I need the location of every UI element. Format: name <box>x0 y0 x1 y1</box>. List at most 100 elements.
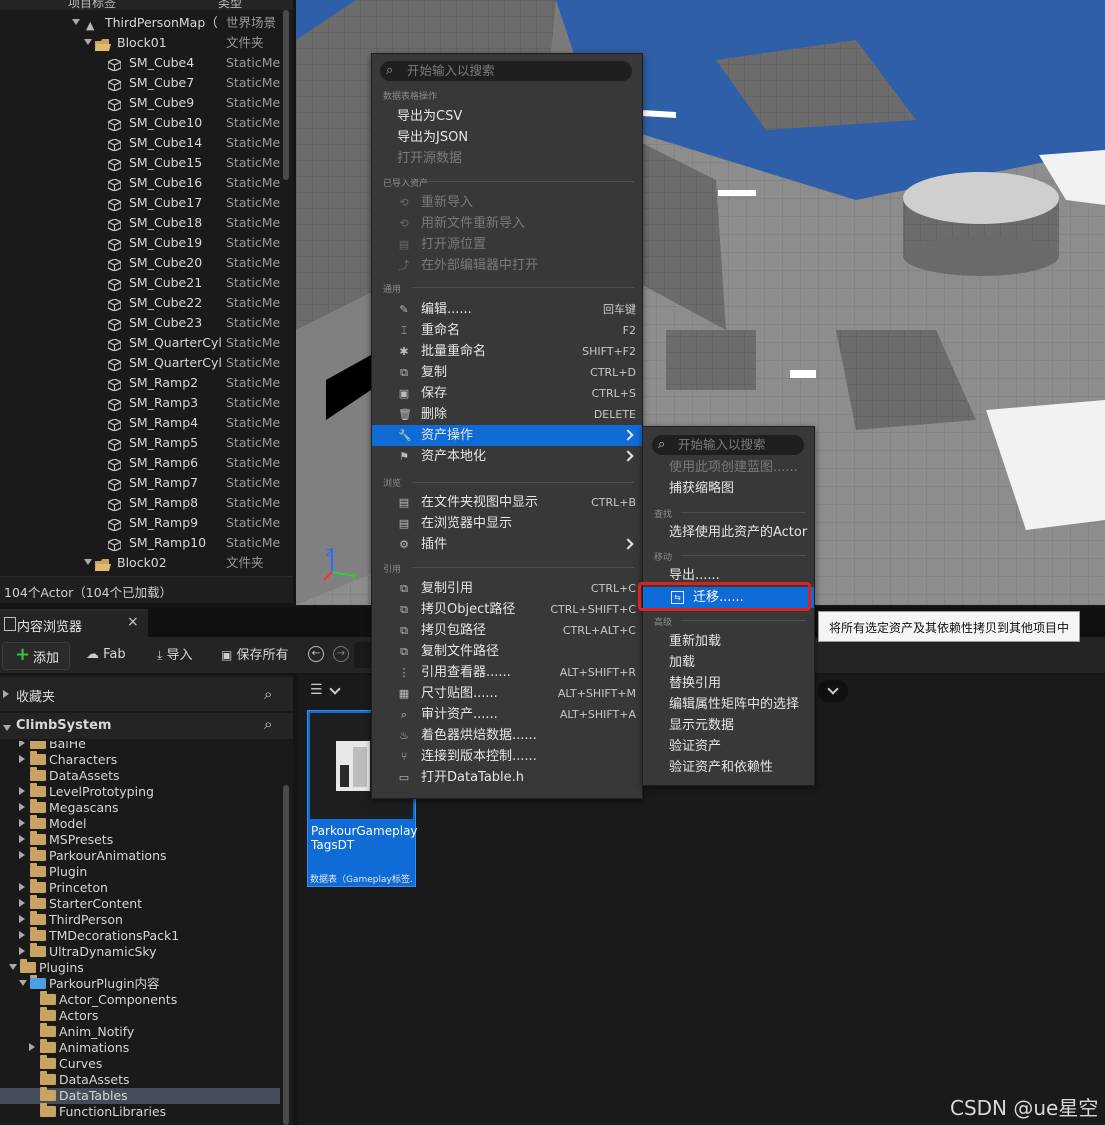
outliner-row[interactable]: SM_Cube20 StaticMesh <box>0 253 283 273</box>
outliner-row[interactable]: SM_Cube16 StaticMesh <box>0 173 283 193</box>
expand-arrow-icon[interactable] <box>19 896 25 912</box>
back-icon[interactable]: ← <box>308 646 324 662</box>
fab-button[interactable]: ☁ Fab <box>86 645 126 665</box>
expand-arrow-icon[interactable] <box>19 880 25 896</box>
folder-tree-item[interactable]: MSPresets <box>0 831 280 848</box>
menu-item-rename[interactable]: ⌶ 重命名 F2 <box>372 320 642 341</box>
folder-tree-item[interactable]: Model <box>0 815 280 832</box>
menu-item-item[interactable]: 导出为CSV <box>372 106 642 127</box>
tab-content-browser[interactable]: 内容浏览器 × <box>0 609 148 639</box>
search-icon[interactable]: ⌕ <box>264 715 272 733</box>
outliner-row[interactable]: SM_Ramp7 StaticMesh <box>0 473 283 493</box>
expand-arrow-icon[interactable] <box>19 741 25 752</box>
outliner-row[interactable]: SM_QuarterCyl StaticMesh <box>0 333 283 353</box>
outliner-row[interactable]: SM_Cube19 StaticMesh <box>0 233 283 253</box>
filter-icon[interactable]: ☰ <box>310 682 323 698</box>
folder-tree-item[interactable]: Megascans <box>0 799 280 816</box>
outliner-row[interactable]: SM_Ramp4 StaticMesh <box>0 413 283 433</box>
folder-tree-item[interactable]: TMDecorationsPack1 <box>0 927 280 944</box>
folder-tree-item[interactable]: LevelPrototyping <box>0 783 280 800</box>
folder-tree-scrollbar[interactable] <box>283 785 289 1125</box>
outliner-row[interactable]: SM_Cube18 StaticMesh <box>0 213 283 233</box>
outliner-row[interactable]: SM_Cube4 StaticMesh <box>0 53 283 73</box>
outliner-row[interactable]: SM_Cube9 StaticMesh <box>0 93 283 113</box>
menu-item-reference-viewer[interactable]: ⋮ 引用查看器...... ALT+SHIFT+R <box>372 662 642 683</box>
outliner-row[interactable]: Block02 文件夹 <box>0 553 283 573</box>
outliner-row[interactable]: SM_Cube21 StaticMesh <box>0 273 283 293</box>
folder-tree-item[interactable]: Characters <box>0 751 280 768</box>
menu-item-capture-thumbnail[interactable]: 捕获缩略图 <box>669 478 734 499</box>
outliner-row[interactable]: SM_Cube15 StaticMesh <box>0 153 283 173</box>
menu-item-audit[interactable]: ⌕ 审计资产...... ALT+SHIFT+A <box>372 704 642 725</box>
outliner-row[interactable]: SM_QuarterCyl StaticMesh <box>0 353 283 373</box>
outliner-scrollbar[interactable] <box>283 10 289 180</box>
expand-arrow-icon[interactable] <box>19 800 25 816</box>
outliner-row[interactable]: Block01 文件夹 <box>0 33 283 53</box>
expand-arrow-icon[interactable] <box>19 832 25 848</box>
expand-arrow-icon[interactable] <box>19 848 25 864</box>
menu-item-advanced[interactable]: 验证资产 <box>669 736 721 757</box>
context-menu-search[interactable]: ⌕ 开始输入以搜索 <box>380 61 632 81</box>
expand-arrow-icon[interactable] <box>19 784 25 800</box>
menu-item-select-actors[interactable]: 选择使用此资产的Actor <box>669 522 807 543</box>
menu-item-advanced[interactable]: 替换引用 <box>669 673 721 694</box>
outliner-row[interactable]: SM_Cube23 StaticMesh <box>0 313 283 333</box>
menu-item-advanced[interactable]: 加载 <box>669 652 695 673</box>
outliner-row[interactable]: SM_Ramp3 StaticMesh <box>0 393 283 413</box>
folder-tree-item[interactable]: UltraDynamicSky <box>0 943 280 960</box>
folder-tree-item[interactable]: Curves <box>0 1055 280 1072</box>
outliner-row[interactable]: SM_Ramp10 StaticMesh <box>0 533 283 553</box>
menu-item-copy-object-path[interactable]: ⧉ 拷贝Object路径 CTRL+SHIFT+C <box>372 599 642 620</box>
outliner-row[interactable]: SM_Ramp2 StaticMesh <box>0 373 283 393</box>
outliner-row[interactable]: SM_Cube7 StaticMesh <box>0 73 283 93</box>
collapse-arrow-icon[interactable] <box>72 19 80 25</box>
menu-item-copy-ref[interactable]: ⧉ 复制引用 CTRL+C <box>372 578 642 599</box>
folder-tree-item[interactable]: ParkourPlugin内容 <box>0 975 280 992</box>
expand-arrow-icon[interactable] <box>29 1040 35 1056</box>
outliner-row[interactable]: SM_Ramp6 StaticMesh <box>0 453 283 473</box>
folder-tree-item[interactable]: ThirdPerson <box>0 911 280 928</box>
menu-item-batch-rename[interactable]: ✱ 批量重命名 SHIFT+F2 <box>372 341 642 362</box>
save-all-button[interactable]: ▣ 保存所有 <box>221 645 289 665</box>
menu-item-wrench[interactable]: 🔧 资产操作 <box>372 425 642 446</box>
menu-item-advanced[interactable]: 编辑属性矩阵中的选择 <box>669 694 799 715</box>
outliner-row[interactable]: SM_Ramp8 StaticMesh <box>0 493 283 513</box>
menu-item-edit[interactable]: ✎ 编辑...... 回车键 <box>372 299 642 320</box>
folder-tree-item[interactable]: Plugins <box>0 959 280 976</box>
search-dropdown[interactable] <box>818 680 848 702</box>
collapse-arrow-icon[interactable] <box>84 39 92 45</box>
menu-item-advanced[interactable]: 验证资产和依赖性 <box>669 757 773 778</box>
import-button[interactable]: ⤓ 导入 <box>157 645 192 665</box>
expand-arrow-icon[interactable] <box>19 752 25 768</box>
menu-item-item[interactable]: 导出为JSON <box>372 127 642 148</box>
forward-icon[interactable]: → <box>333 646 349 662</box>
collapse-arrow-icon[interactable] <box>84 559 92 565</box>
outliner-row[interactable]: SM_Ramp9 StaticMesh <box>0 513 283 533</box>
add-button[interactable]: + 添加 <box>2 642 70 670</box>
menu-item-source-control[interactable]: ⑂ 连接到版本控制...... <box>372 746 642 767</box>
menu-item-copy-file-path[interactable]: ⧉ 复制文件路径 <box>372 641 642 662</box>
collapse-arrow-icon[interactable] <box>19 976 27 992</box>
expand-arrow-icon[interactable] <box>19 816 25 832</box>
menu-item-delete[interactable]: 🗑 删除 DELETE <box>372 404 642 425</box>
menu-item-advanced[interactable]: 显示元数据 <box>669 715 734 736</box>
outliner-row[interactable]: SM_Cube10 StaticMesh <box>0 113 283 133</box>
menu-item-plugin[interactable]: ⚙ 插件 <box>372 534 642 555</box>
folder-tree-item[interactable]: BaiHe <box>0 741 280 752</box>
submenu-search[interactable]: ⌕ 开始输入以搜索 <box>652 435 804 455</box>
folder-tree-item[interactable]: FunctionLibraries <box>0 1103 280 1120</box>
favorites-header[interactable]: 收藏夹 ⌕ <box>0 677 293 711</box>
folder-tree-item[interactable]: DataAssets <box>0 767 280 784</box>
outliner-row[interactable]: ▲ ThirdPersonMap（ 世界场景 <box>0 13 283 33</box>
collapse-arrow-icon[interactable] <box>9 960 17 976</box>
outliner-row[interactable]: SM_Cube22 StaticMesh <box>0 293 283 313</box>
outliner-row[interactable]: SM_Cube14 StaticMesh <box>0 133 283 153</box>
menu-item-shader[interactable]: ♨ 着色器烘焙数据...... <box>372 725 642 746</box>
menu-item-advanced[interactable]: 重新加载 <box>669 631 721 652</box>
search-icon[interactable]: ⌕ <box>264 685 272 703</box>
menu-item-flag[interactable]: ⚑ 资产本地化 <box>372 446 642 467</box>
folder-tree-item[interactable]: Princeton <box>0 879 280 896</box>
menu-item-folder-view[interactable]: ▤ 在文件夹视图中显示 CTRL+B <box>372 492 642 513</box>
folder-tree-item[interactable]: Actor_Components <box>0 991 280 1008</box>
folder-tree-item[interactable]: DataAssets <box>0 1071 280 1088</box>
